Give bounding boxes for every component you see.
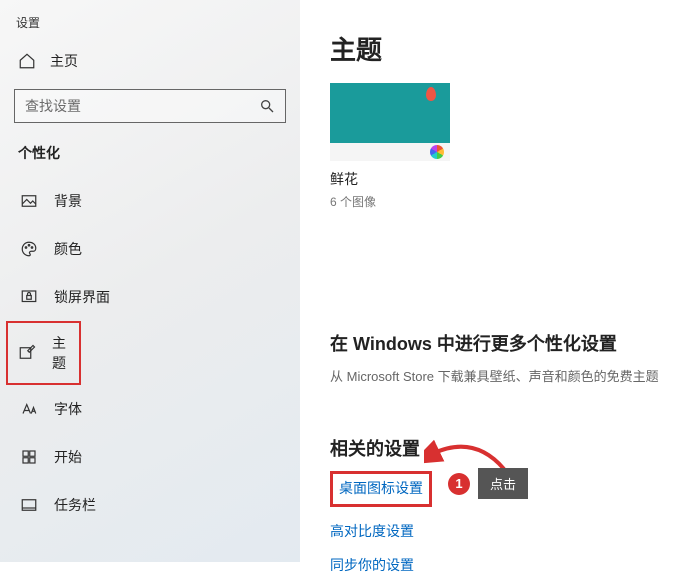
theme-image-count: 6 个图像 [330, 193, 700, 210]
theme-name: 鲜花 [330, 169, 700, 189]
pencil-icon [18, 344, 36, 362]
annotation: 1 点击 [448, 468, 528, 499]
sidebar-section-title: 个性化 [0, 139, 300, 177]
sidebar-item-themes[interactable]: 主题 [6, 321, 81, 385]
sidebar-item-label: 锁屏界面 [54, 287, 110, 307]
theme-color-bar [330, 143, 450, 161]
more-personalization-heading: 在 Windows 中进行更多个性化设置 [330, 330, 700, 356]
window-title: 设置 [0, 10, 300, 43]
home-icon [18, 52, 36, 70]
sidebar-item-lockscreen[interactable]: 锁屏界面 [0, 273, 300, 321]
taskbar-icon [20, 496, 38, 514]
picture-icon [20, 192, 38, 210]
sidebar-item-start[interactable]: 开始 [0, 433, 300, 481]
home-label: 主页 [50, 51, 78, 71]
sidebar-item-label: 主题 [52, 333, 69, 373]
theme-preview[interactable] [330, 83, 700, 161]
search-input[interactable] [25, 98, 259, 114]
balloon-graphic [426, 87, 436, 101]
annotation-tooltip: 点击 [478, 468, 528, 499]
related-settings-heading: 相关的设置 [330, 435, 700, 461]
desktop-icon-settings-link[interactable]: 桌面图标设置 [339, 478, 423, 498]
sidebar-item-label: 背景 [54, 191, 82, 211]
sidebar-item-label: 字体 [54, 399, 82, 419]
sidebar-item-label: 颜色 [54, 239, 82, 259]
sidebar-item-taskbar[interactable]: 任务栏 [0, 481, 300, 529]
search-wrap [14, 89, 286, 123]
home-nav[interactable]: 主页 [0, 43, 300, 79]
palette-icon [20, 240, 38, 258]
page-title: 主题 [330, 30, 700, 67]
annotation-number: 1 [448, 473, 470, 495]
search-box[interactable] [14, 89, 286, 123]
sidebar-item-label: 任务栏 [54, 495, 96, 515]
sidebar-item-background[interactable]: 背景 [0, 177, 300, 225]
start-icon [20, 448, 38, 466]
more-personalization-sub: 从 Microsoft Store 下载兼具壁纸、声音和颜色的免费主题 [330, 366, 700, 385]
highlight-box: 桌面图标设置 [330, 471, 432, 507]
sidebar-item-fonts[interactable]: 字体 [0, 385, 300, 433]
lock-icon [20, 288, 38, 306]
color-wheel-icon [430, 145, 444, 159]
high-contrast-settings-link[interactable]: 高对比度设置 [330, 521, 414, 541]
sidebar-item-colors[interactable]: 颜色 [0, 225, 300, 273]
sidebar: 设置 主页 个性化 背景 颜色 [0, 0, 300, 562]
search-icon [259, 98, 275, 114]
sidebar-item-label: 开始 [54, 447, 82, 467]
sync-settings-link[interactable]: 同步你的设置 [330, 555, 414, 575]
font-icon [20, 400, 38, 418]
theme-thumbnail [330, 83, 450, 143]
